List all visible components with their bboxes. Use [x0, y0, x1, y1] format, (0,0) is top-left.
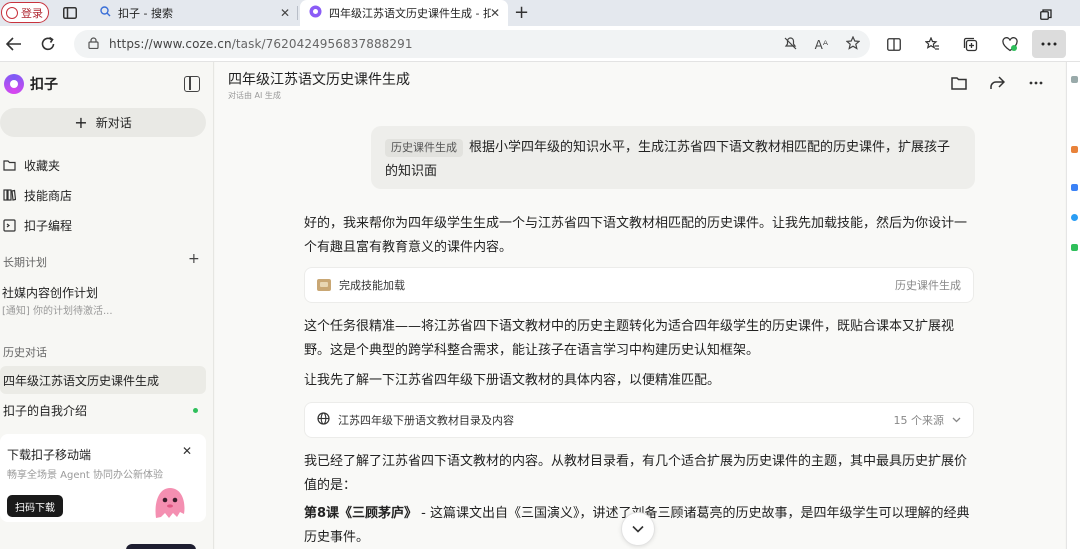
browser-menu-button[interactable] — [1032, 30, 1066, 58]
side-panel-icon[interactable] — [1071, 184, 1078, 191]
assistant-reply: 让我先了解一下江苏省四年级下册语文教材的具体内容，以便精准匹配。 — [304, 373, 721, 388]
scan-download-button[interactable]: 扫码下载 — [7, 495, 63, 517]
url-actions: Aᴬ — [784, 35, 861, 53]
new-tab-button[interactable]: + — [514, 2, 529, 23]
split-screen-icon[interactable] — [882, 32, 906, 56]
sidebar-item-label: 收藏夹 — [24, 159, 61, 173]
collections-icon[interactable] — [958, 32, 982, 56]
favorites-icon[interactable] — [920, 32, 944, 56]
browser-side-panel — [1066, 62, 1080, 549]
folder-icon[interactable] — [950, 74, 968, 92]
mascot-icon — [155, 488, 185, 518]
promo-title: 下载扣子移动端 — [7, 448, 92, 462]
chat-panel: 四年级江苏语文历史课件生成 对话由 AI 生成 历史课件生成 根据小学四年级的知识… — [215, 62, 1065, 549]
sidebar-item-favorites[interactable]: 收藏夹 — [3, 157, 60, 174]
url-input[interactable]: https://www.coze.cn/task/762042495683788… — [74, 30, 870, 58]
skill-card-name: 历史课件生成 — [895, 279, 961, 292]
sidebar-item-label: 技能商店 — [24, 189, 73, 203]
tab-title: 扣子 - 搜索 — [118, 7, 173, 20]
new-chat-button[interactable]: + 新对话 — [0, 108, 206, 137]
url-text: https://www.coze.cn/task/762042495683788… — [109, 37, 413, 51]
side-panel-icon[interactable] — [1071, 214, 1078, 221]
folder-icon — [3, 159, 16, 172]
download-promo-card: 下载扣子移动端 畅享全场景 Agent 协同办公新体验 ✕ 扫码下载 — [0, 434, 206, 522]
tab-search[interactable]: 扣子 - 搜索 ✕ — [92, 0, 298, 26]
ai-generated-notice: 对话由 AI 生成 — [228, 91, 281, 100]
skill-tag: 历史课件生成 — [385, 139, 463, 157]
address-bar: https://www.coze.cn/task/762042495683788… — [0, 26, 1080, 62]
globe-icon — [317, 412, 330, 428]
tab-actions-icon[interactable] — [60, 4, 80, 22]
book-icon — [3, 189, 16, 202]
long-plan-label: 长期计划 — [3, 256, 47, 269]
side-panel-icon[interactable] — [1071, 244, 1078, 251]
add-plan-button[interactable]: + — [188, 251, 200, 267]
skill-box-icon — [317, 279, 331, 291]
login-button[interactable]: 登录 — [1, 2, 49, 23]
sidebar: 扣子 + 新对话 收藏夹 技能商店 扣子编程 长期计划 + 社媒内容创作计划 [… — [0, 62, 214, 549]
brand-name: 扣子 — [30, 77, 58, 93]
side-panel-icon[interactable] — [1071, 76, 1078, 83]
back-button[interactable] — [2, 32, 26, 56]
brand-logo[interactable]: 扣子 — [4, 74, 58, 94]
coze-logo-icon — [4, 74, 24, 94]
skill-card-label: 完成技能加载 — [339, 279, 405, 292]
mute-icon[interactable] — [784, 36, 797, 53]
skill-load-card[interactable]: 完成技能加载 历史课件生成 — [304, 267, 974, 303]
history-label: 历史对话 — [3, 346, 47, 359]
close-icon[interactable]: ✕ — [490, 6, 500, 20]
history-item-current[interactable]: 四年级江苏语文历史课件生成 — [0, 366, 206, 394]
status-dot — [193, 408, 198, 413]
sidebar-bottom-tab — [126, 544, 196, 549]
history-item-intro[interactable]: 扣子的自我介绍 — [0, 396, 206, 424]
promo-subtitle: 畅享全场景 Agent 协同办公新体验 — [7, 470, 163, 481]
restore-window-icon[interactable] — [1040, 5, 1052, 20]
tab-separator — [297, 6, 298, 20]
more-options-icon[interactable] — [1027, 74, 1045, 92]
close-icon[interactable]: ✕ — [182, 444, 192, 458]
chevron-down-icon — [952, 417, 961, 423]
plus-icon: + — [74, 112, 88, 132]
scroll-to-bottom-button[interactable] — [621, 512, 655, 546]
lesson-title: 第8课《三顾茅庐》 — [304, 506, 418, 521]
share-icon[interactable] — [988, 74, 1006, 92]
page-title: 四年级江苏语文历史课件生成 — [228, 72, 410, 88]
search-icon — [100, 6, 111, 20]
browser-essentials-icon[interactable] — [998, 32, 1022, 56]
close-icon[interactable]: ✕ — [280, 6, 290, 20]
search-card-label: 江苏四年级下册语文教材目录及内容 — [338, 414, 514, 427]
lock-icon — [88, 36, 99, 52]
sources-count: 15 个来源 — [894, 412, 962, 428]
code-icon — [3, 219, 16, 232]
sidebar-item-label: 扣子编程 — [24, 219, 73, 233]
refresh-button[interactable] — [36, 32, 60, 56]
tab-coze-task[interactable]: 四年级江苏语文历史课件生成 - 扣 ✕ — [300, 0, 508, 26]
new-chat-label: 新对话 — [95, 116, 132, 130]
favorite-star-icon[interactable] — [845, 35, 861, 53]
assistant-reply: 这个任务很精准——将江苏省四下语文教材中的历史主题转化为适合四年级学生的历史课件… — [304, 319, 955, 358]
side-panel-icon[interactable] — [1071, 146, 1078, 153]
tab-title: 四年级江苏语文历史课件生成 - 扣 — [329, 7, 491, 20]
avatar-icon — [6, 6, 18, 19]
web-search-card[interactable]: 江苏四年级下册语文教材目录及内容 15 个来源 — [304, 402, 974, 438]
plan-item-notice: [通知] 你的计划待激活... — [2, 306, 113, 317]
assistant-reply: 我已经了解了江苏省四下语文教材的内容。从教材目录看，有几个适合扩展为历史课件的主… — [304, 454, 968, 493]
plan-item-title[interactable]: 社媒内容创作计划 — [2, 284, 98, 301]
user-message: 历史课件生成 根据小学四年级的知识水平，生成江苏省四下语文教材相匹配的历史课件，扩… — [371, 126, 975, 189]
sidebar-collapse-icon[interactable] — [184, 76, 200, 92]
assistant-reply: 好的，我来帮你为四年级学生生成一个与江苏省四下语文教材相匹配的历史课件。让我先加… — [304, 216, 968, 255]
user-message-text: 根据小学四年级的知识水平，生成江苏省四下语文教材相匹配的历史课件，扩展孩子的知识… — [385, 140, 951, 179]
read-aloud-icon[interactable]: Aᴬ — [815, 38, 828, 52]
login-label: 登录 — [21, 6, 43, 20]
browser-tab-strip: 登录 扣子 - 搜索 ✕ 四年级江苏语文历史课件生成 - 扣 ✕ + — [0, 0, 1080, 26]
chevron-down-icon — [632, 525, 644, 533]
sidebar-item-coze-code[interactable]: 扣子编程 — [3, 217, 72, 234]
coze-logo-icon — [309, 5, 322, 21]
sources-count-text: 15 个来源 — [893, 414, 945, 427]
sidebar-item-skill-store[interactable]: 技能商店 — [3, 187, 72, 204]
